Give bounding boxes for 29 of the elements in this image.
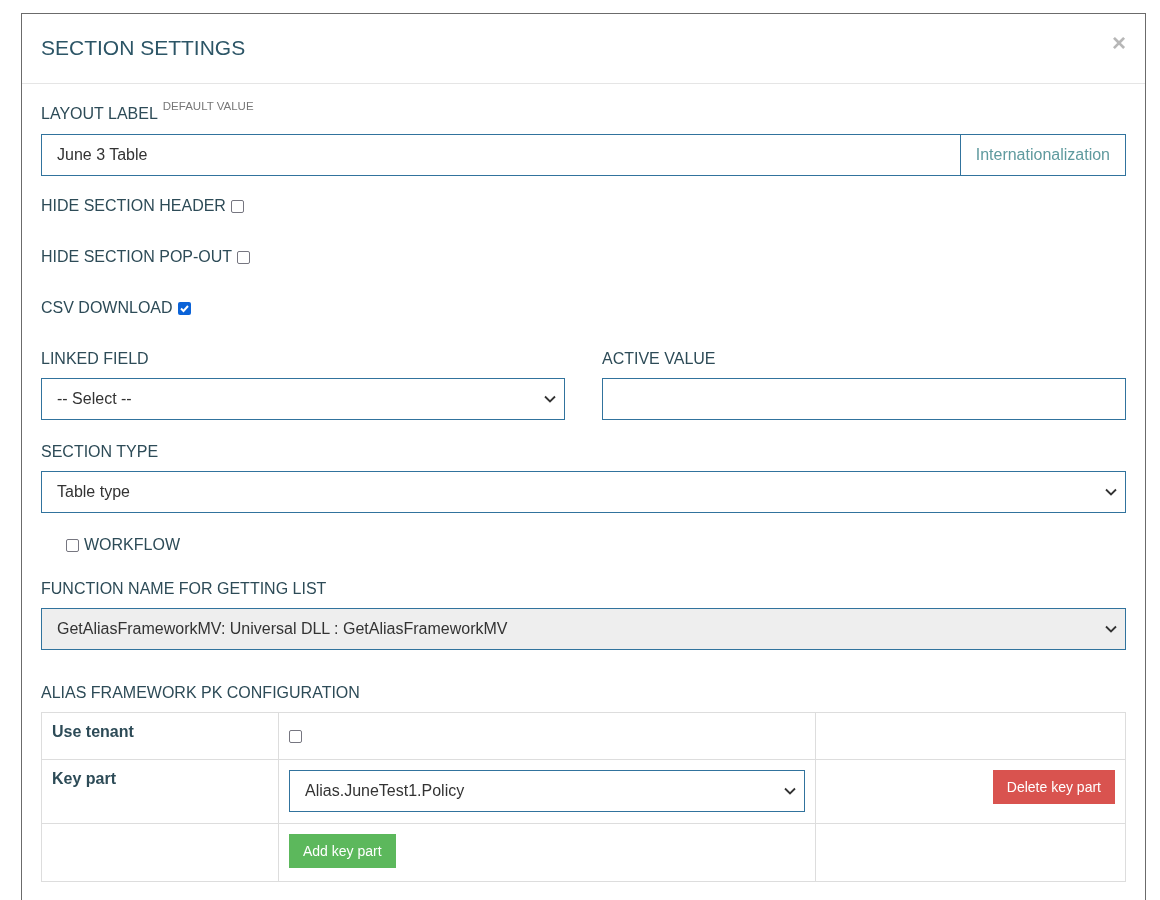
checkbox[interactable] — [237, 250, 251, 264]
chevron-down-icon — [1105, 488, 1117, 496]
delete-key-part-button[interactable]: Delete key part — [992, 770, 1115, 804]
key-part-select[interactable]: Alias.JuneTest1.Policy — [289, 770, 805, 812]
checkbox[interactable] — [230, 199, 244, 213]
layout-label-field[interactable]: June 3 Table — [41, 134, 961, 176]
row-label: Key part — [52, 770, 117, 788]
option-label: HIDE SECTION POP-OUT — [41, 248, 233, 266]
section-type-select[interactable]: Table type — [41, 471, 1126, 513]
active-value-field[interactable] — [602, 378, 1126, 420]
modal-title: SECTION SETTINGS — [41, 35, 246, 61]
field-label: LAYOUT LABEL — [41, 105, 158, 122]
checkbox[interactable] — [289, 729, 302, 743]
field-label: SECTION TYPE — [41, 442, 160, 462]
field-label: FUNCTION NAME FOR GETTING LIST — [41, 579, 328, 599]
field-label: ACTIVE VALUE — [602, 349, 717, 369]
linked-field-select[interactable]: -- Select -- — [41, 378, 565, 420]
chevron-down-icon — [1105, 625, 1117, 633]
default-value-note: DEFAULT VALUE — [162, 100, 254, 112]
checkbox[interactable] — [177, 301, 191, 315]
chevron-down-icon — [544, 395, 556, 403]
field-label: LINKED FIELD — [41, 349, 150, 369]
section-heading: ALIAS FRAMEWORK PK CONFIGURATION — [41, 683, 361, 703]
checkbox[interactable] — [66, 538, 79, 552]
chevron-down-icon — [784, 787, 796, 795]
option-label: WORKFLOW — [84, 536, 180, 554]
option-label: CSV DOWNLOAD — [41, 299, 173, 317]
row-label: Use tenant — [52, 723, 134, 741]
option-label: HIDE SECTION HEADER — [41, 197, 226, 215]
